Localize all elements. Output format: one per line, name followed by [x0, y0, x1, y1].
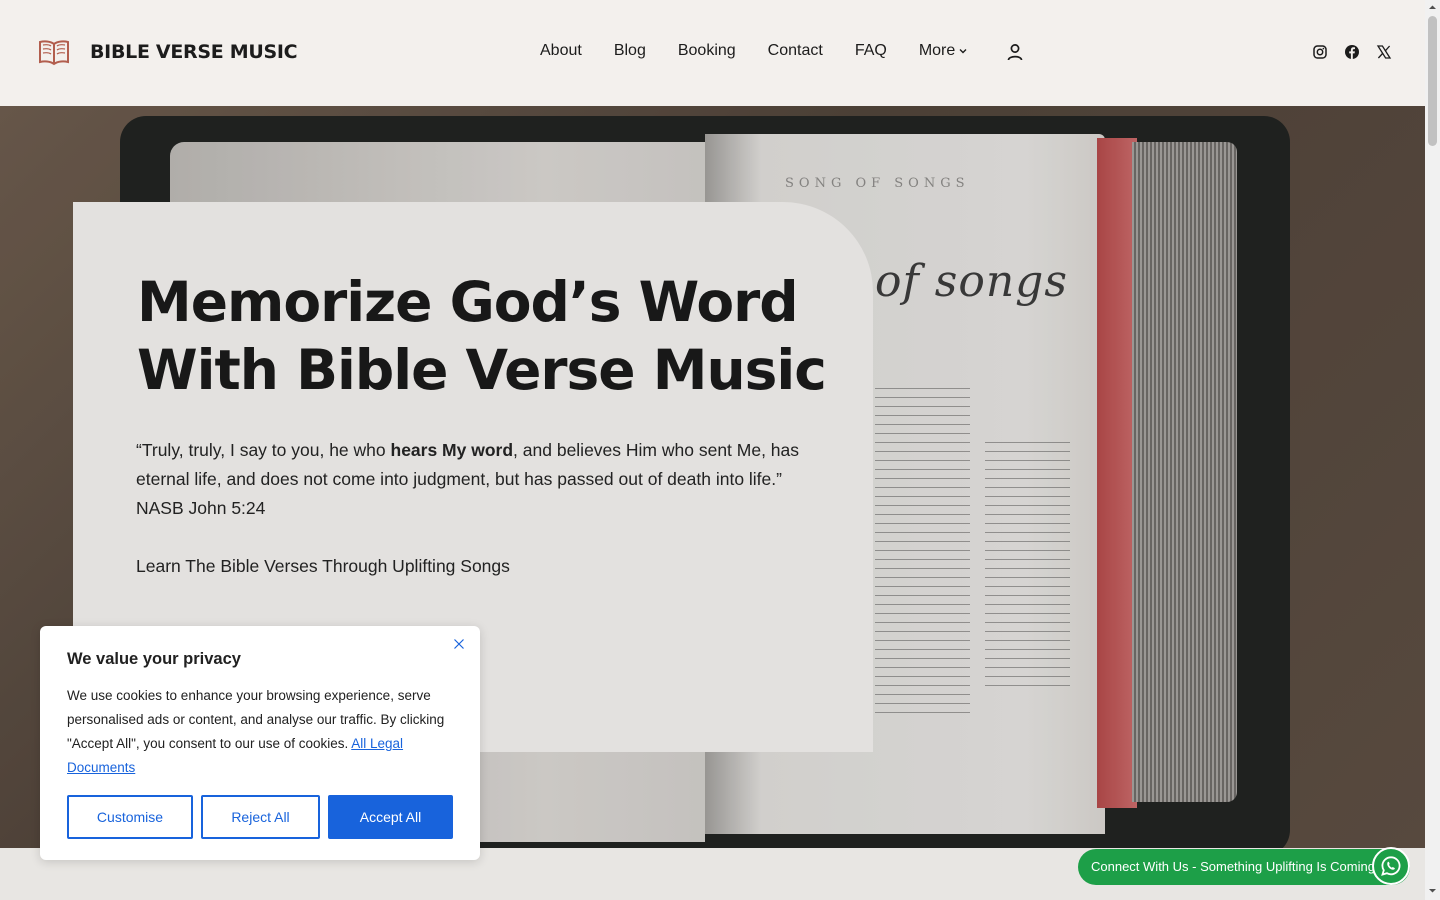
nav-booking[interactable]: Booking — [678, 42, 736, 60]
whatsapp-label: Connect With Us - Something Uplifting Is… — [1091, 859, 1375, 874]
nav-blog[interactable]: Blog — [614, 42, 646, 60]
cookie-description: We use cookies to enhance your browsing … — [67, 684, 452, 780]
nav-more-label: More — [918, 42, 956, 59]
site-header: BIBLE VERSE MUSIC About Blog Booking Con… — [0, 0, 1425, 106]
user-icon[interactable] — [1005, 42, 1025, 62]
scroll-up-arrow-icon[interactable] — [1428, 3, 1437, 12]
chevron-down-icon — [959, 49, 967, 54]
page-scrollbar[interactable] — [1425, 0, 1440, 900]
whatsapp-chat-button[interactable]: Connect With Us - Something Uplifting Is… — [1078, 849, 1410, 885]
nav-contact[interactable]: Contact — [768, 42, 823, 60]
close-icon[interactable] — [451, 636, 467, 652]
hero-headline-line2: With Bible Verse Music — [137, 338, 827, 402]
hero-headline-line1: Memorize God’s Word — [137, 270, 799, 334]
instagram-icon[interactable] — [1312, 44, 1328, 60]
customise-button[interactable]: Customise — [67, 795, 193, 839]
accept-all-button[interactable]: Accept All — [328, 795, 453, 839]
hero-quote: “Truly, truly, I say to you, he who hear… — [136, 436, 816, 523]
nav-faq[interactable]: FAQ — [855, 42, 887, 60]
cookie-title: We value your privacy — [67, 650, 241, 668]
social-links — [1312, 44, 1392, 60]
cookie-consent-banner: We value your privacy We use cookies to … — [40, 626, 480, 860]
main-nav: About Blog Booking Contact FAQ More — [540, 42, 968, 60]
quote-text-start: “Truly, truly, I say to you, he who — [136, 440, 391, 460]
nav-about[interactable]: About — [540, 42, 582, 60]
site-logo[interactable]: BIBLE VERSE MUSIC — [38, 38, 298, 66]
hero-tagline: Learn The Bible Verses Through Uplifting… — [136, 556, 510, 576]
x-icon[interactable] — [1376, 44, 1392, 60]
scroll-down-arrow-icon[interactable] — [1428, 886, 1437, 895]
reject-all-button[interactable]: Reject All — [201, 795, 320, 839]
whatsapp-icon[interactable] — [1372, 847, 1410, 885]
site-title: BIBLE VERSE MUSIC — [90, 41, 298, 63]
scrollbar-thumb[interactable] — [1428, 16, 1437, 146]
facebook-icon[interactable] — [1344, 44, 1360, 60]
hero-headline: Memorize God’s Word With Bible Verse Mus… — [137, 268, 837, 404]
nav-more[interactable]: More — [919, 42, 968, 60]
open-book-icon — [39, 40, 69, 66]
quote-emphasis: hears My word — [390, 440, 514, 460]
